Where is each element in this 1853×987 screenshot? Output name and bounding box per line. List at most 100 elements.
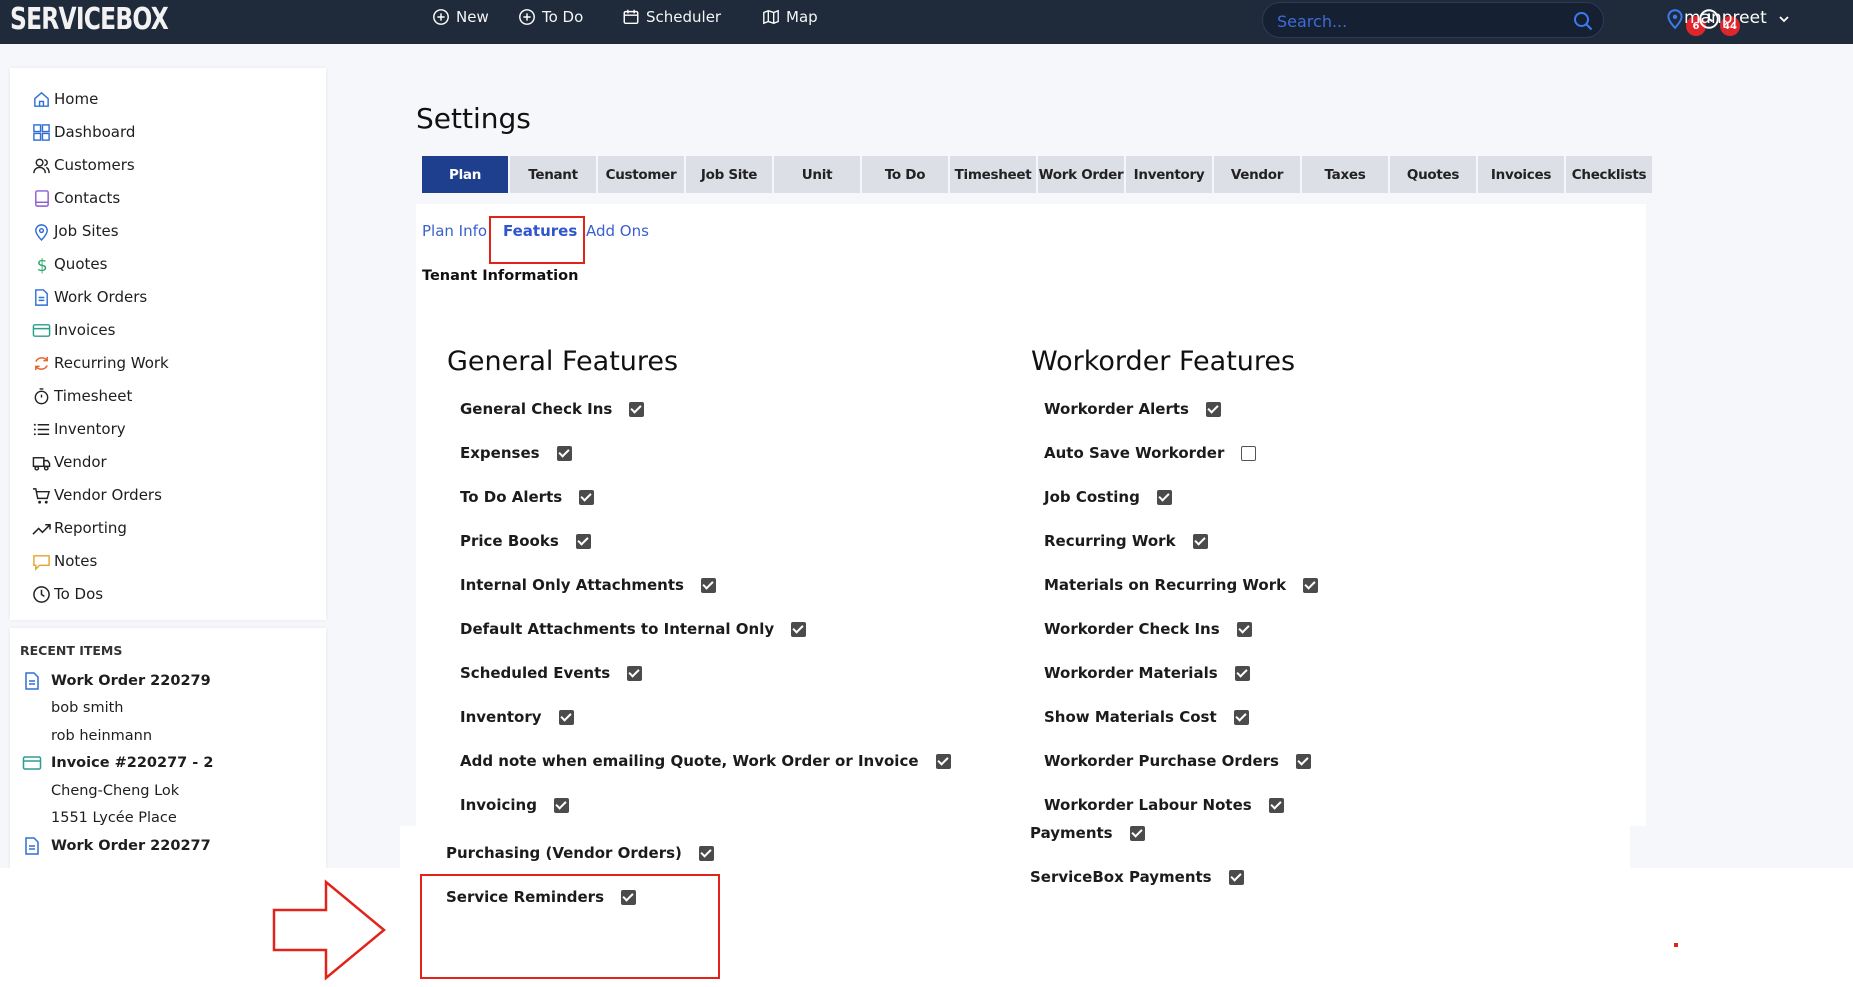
dollar-icon: $	[30, 253, 52, 275]
sidebar-item-recurring-work[interactable]: Recurring Work	[30, 352, 169, 374]
feature-checkbox[interactable]	[1228, 869, 1244, 885]
truck-icon	[30, 451, 52, 473]
tab-to-do[interactable]: To Do	[862, 156, 948, 193]
tab-job-site[interactable]: Job Site	[686, 156, 772, 193]
recent-item-sub[interactable]: bob smith	[51, 700, 123, 716]
todo-button[interactable]: To Do	[518, 0, 583, 34]
general-feature-row: Price Books	[460, 532, 591, 550]
tab-taxes[interactable]: Taxes	[1302, 156, 1388, 193]
feature-label: Price Books	[460, 532, 559, 550]
feature-checkbox[interactable]	[627, 665, 643, 681]
workorder-feature-row: Job Costing	[1044, 488, 1172, 506]
tab-unit[interactable]: Unit	[774, 156, 860, 193]
feature-label: Purchasing (Vendor Orders)	[446, 844, 682, 862]
sidebar-item-vendor[interactable]: Vendor	[30, 451, 107, 473]
sidebar-item-work-orders[interactable]: Work Orders	[30, 286, 147, 308]
workorder-feature-row: Workorder Materials	[1044, 664, 1250, 682]
general-feature-row: General Check Ins	[460, 400, 645, 418]
recent-item-sub[interactable]: rob heinmann	[51, 728, 152, 744]
feature-checkbox[interactable]	[1296, 753, 1311, 769]
new-label: New	[456, 8, 489, 26]
scheduler-button[interactable]: Scheduler	[622, 0, 721, 34]
feature-checkbox[interactable]	[698, 845, 714, 861]
tab-invoices[interactable]: Invoices	[1478, 156, 1564, 193]
feature-checkbox[interactable]	[791, 621, 807, 637]
feature-checkbox[interactable]	[1268, 797, 1284, 813]
recent-item-sub[interactable]: 1551 Lycée Place	[51, 810, 177, 826]
feature-checkbox[interactable]	[579, 489, 595, 505]
recent-item-sub[interactable]: Cheng-Cheng Lok	[51, 783, 179, 799]
sidebar-item-customers[interactable]: Customers	[30, 154, 135, 176]
workorder-feature-row: Auto Save Workorder	[1044, 444, 1257, 462]
sidebar-item-home[interactable]: Home	[30, 88, 98, 110]
tab-work-order[interactable]: Work Order	[1038, 156, 1124, 193]
feature-checkbox[interactable]	[1234, 665, 1250, 681]
chevron-down-icon[interactable]	[1778, 13, 1790, 25]
credit-card-icon	[22, 756, 42, 770]
tab-inventory[interactable]: Inventory	[1126, 156, 1212, 193]
feature-checkbox[interactable]	[575, 533, 591, 549]
recent-item-link[interactable]: Invoice #220277 - 2	[51, 755, 213, 771]
note-icon	[30, 550, 52, 572]
feature-label: Payments	[1030, 824, 1113, 842]
search-input[interactable]	[1277, 11, 1557, 31]
feature-label: Inventory	[460, 708, 542, 726]
feature-checkbox[interactable]	[558, 709, 574, 725]
feature-checkbox[interactable]	[553, 797, 569, 813]
workorder-feature-row: Workorder Labour Notes	[1044, 796, 1284, 814]
trending-up-icon	[30, 517, 52, 539]
sidebar-item-quotes[interactable]: $ Quotes	[30, 253, 107, 275]
recent-item-link[interactable]: Work Order 220277	[51, 838, 211, 854]
recent-item-link[interactable]: Work Order 220279	[51, 673, 211, 689]
feature-checkbox[interactable]	[1192, 533, 1208, 549]
feature-checkbox[interactable]	[1236, 621, 1252, 637]
feature-checkbox[interactable]	[700, 577, 716, 593]
new-button[interactable]: New	[432, 0, 489, 34]
feature-checkbox[interactable]	[1205, 401, 1221, 417]
sidebar-item-timesheet[interactable]: Timesheet	[30, 385, 132, 407]
feature-checkbox[interactable]	[1156, 489, 1172, 505]
feature-label: Workorder Check Ins	[1044, 620, 1220, 638]
sidebar-item-inventory[interactable]: Inventory	[30, 418, 126, 440]
user-menu[interactable]: manpreet	[1684, 8, 1767, 28]
feature-checkbox[interactable]	[935, 753, 951, 769]
feature-label: Workorder Purchase Orders	[1044, 752, 1279, 770]
subtab-plan-info[interactable]: Plan Info	[422, 222, 487, 240]
feature-checkbox[interactable]	[1233, 709, 1249, 725]
tab-checklists[interactable]: Checklists	[1566, 156, 1652, 193]
feature-checkbox[interactable]	[1303, 577, 1319, 593]
tab-vendor[interactable]: Vendor	[1214, 156, 1300, 193]
subtab-add-ons[interactable]: Add Ons	[586, 222, 649, 240]
general-feature-row: Default Attachments to Internal Only	[460, 620, 807, 638]
page-title: Settings	[416, 102, 531, 135]
sidebar-item-label: Quotes	[54, 255, 108, 273]
sidebar-item-invoices[interactable]: Invoices	[30, 319, 115, 341]
feature-label: Job Costing	[1044, 488, 1140, 506]
tab-timesheet[interactable]: Timesheet	[950, 156, 1036, 193]
location-pin-icon[interactable]	[1664, 8, 1686, 30]
sidebar-item-reporting[interactable]: Reporting	[30, 517, 127, 539]
sidebar-item-label: To Dos	[54, 585, 104, 603]
feature-checkbox[interactable]	[1129, 825, 1145, 841]
map-button[interactable]: Map	[762, 0, 818, 34]
feature-checkbox[interactable]	[629, 401, 645, 417]
tab-quotes[interactable]: Quotes	[1390, 156, 1476, 193]
sidebar-item-to-dos[interactable]: To Dos	[30, 583, 103, 605]
feature-checkbox[interactable]	[556, 445, 572, 461]
servicebox-logo[interactable]: SERVICEBOX	[10, 2, 169, 37]
sidebar-item-job-sites[interactable]: Job Sites	[30, 220, 119, 242]
tab-plan[interactable]: Plan	[422, 156, 508, 193]
users-icon	[30, 154, 52, 176]
general-feature-row: Add note when emailing Quote, Work Order…	[460, 752, 951, 770]
sidebar-item-vendor-orders[interactable]: Vendor Orders	[30, 484, 162, 506]
sidebar-item-notes[interactable]: Notes	[30, 550, 97, 572]
search-icon[interactable]	[1573, 11, 1593, 31]
sidebar-item-contacts[interactable]: Contacts	[30, 187, 120, 209]
tab-tenant[interactable]: Tenant	[510, 156, 596, 193]
service-reminders-highlight-box	[420, 874, 720, 979]
feature-checkbox[interactable]	[1241, 445, 1257, 461]
general-feature-row: Scheduled Events	[460, 664, 643, 682]
sidebar-item-label: Job Sites	[54, 222, 119, 240]
sidebar-item-dashboard[interactable]: Dashboard	[30, 121, 135, 143]
tab-customer[interactable]: Customer	[598, 156, 684, 193]
